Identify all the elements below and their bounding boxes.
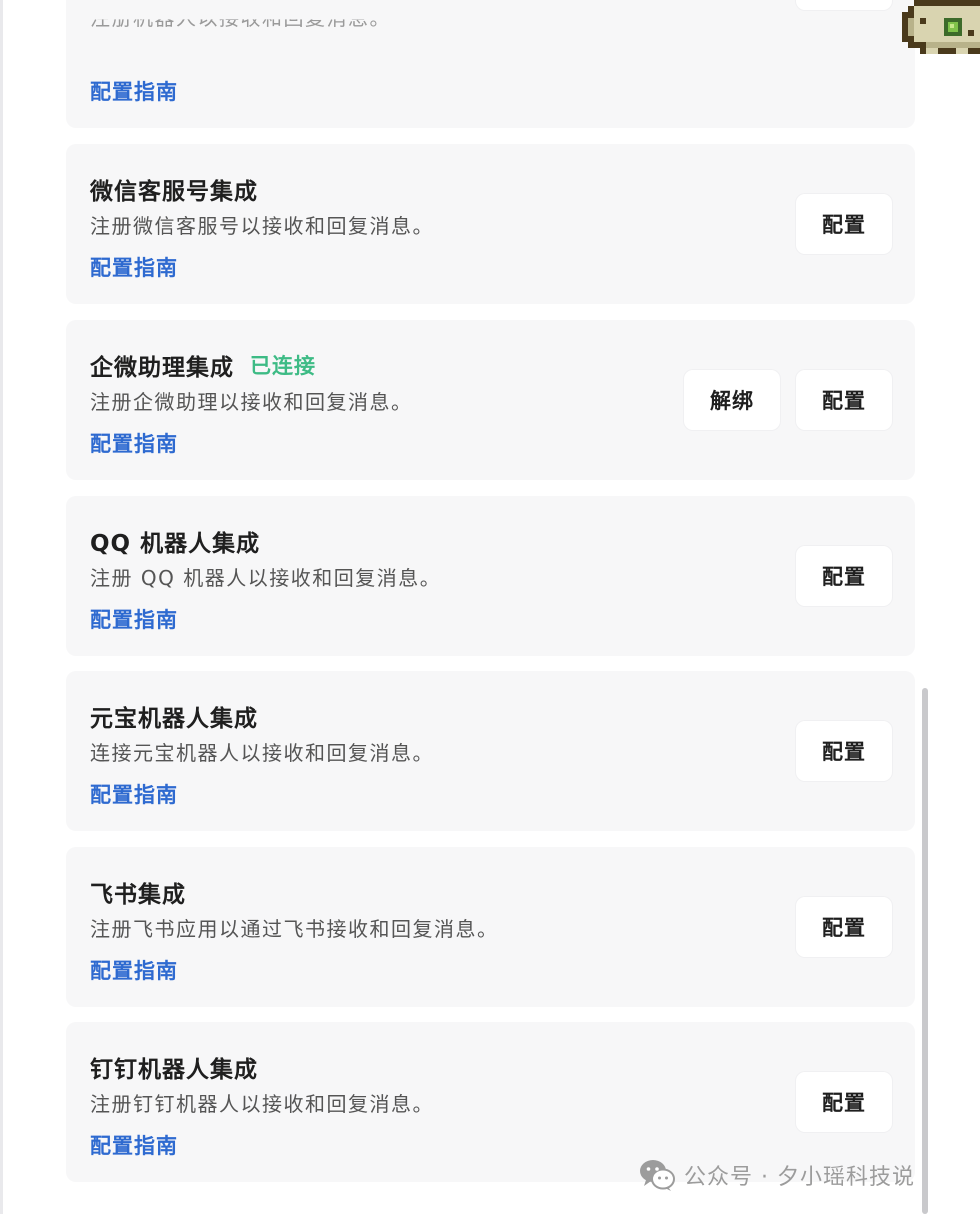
integration-card-yuanbao-bot: 元宝机器人集成 连接元宝机器人以接收和回复消息。 配置指南 配置 <box>66 671 915 831</box>
card-title: 微信客服号集成 <box>90 179 258 205</box>
watermark-text: 公众号 · 夕小瑶科技说 <box>684 1165 915 1190</box>
card-title-row: 企微助理集成 已连接 <box>90 348 316 382</box>
config-guide-link[interactable]: 配置指南 <box>90 779 178 809</box>
card-description: 注册 QQ 机器人以接收和回复消息。 <box>90 566 442 590</box>
config-guide-link[interactable]: 配置指南 <box>90 252 178 282</box>
card-title: QQ 机器人集成 <box>90 531 261 557</box>
scrollbar-thumb[interactable] <box>922 688 928 1214</box>
config-button[interactable]: 配置 <box>796 370 892 430</box>
integration-card-wecom-assistant: 企微助理集成 已连接 注册企微助理以接收和回复消息。 配置指南 解绑 配置 <box>66 320 915 480</box>
config-button[interactable]: 配置 <box>796 194 892 254</box>
wechat-icon <box>640 1160 675 1191</box>
card-title-row: 微信客服号集成 <box>90 172 258 206</box>
config-button[interactable]: 配置 <box>796 546 892 606</box>
integration-card-qq-bot: QQ 机器人集成 注册 QQ 机器人以接收和回复消息。 配置指南 配置 <box>66 496 915 656</box>
card-title: 元宝机器人集成 <box>90 706 258 732</box>
card-description-clipped: 注册机器人以接收和回复消息。 <box>90 6 391 30</box>
config-guide-link[interactable]: 配置指南 <box>90 76 178 106</box>
unbind-button[interactable]: 解绑 <box>684 370 780 430</box>
card-title: 钉钉机器人集成 <box>90 1057 258 1083</box>
card-description: 连接元宝机器人以接收和回复消息。 <box>90 741 434 765</box>
config-guide-link[interactable]: 配置指南 <box>90 1130 178 1160</box>
integration-card-feishu: 飞书集成 注册飞书应用以通过飞书接收和回复消息。 配置指南 配置 <box>66 847 915 1007</box>
integration-card-wechat-kf: 微信客服号集成 注册微信客服号以接收和回复消息。 配置指南 配置 <box>66 144 915 304</box>
integration-card-partial: 注册机器人以接收和回复消息。 配置指南 配置 <box>66 0 915 128</box>
config-guide-link[interactable]: 配置指南 <box>90 428 178 458</box>
config-button[interactable]: 配置 <box>796 0 892 10</box>
config-button[interactable]: 配置 <box>796 721 892 781</box>
pixel-mascot-icon <box>902 0 980 54</box>
watermark: 公众号 · 夕小瑶科技说 <box>638 1156 915 1194</box>
card-title: 企微助理集成 <box>90 355 234 381</box>
vertical-scrollbar[interactable] <box>921 688 929 1214</box>
config-button[interactable]: 配置 <box>796 897 892 957</box>
card-title-row: 元宝机器人集成 <box>90 699 258 733</box>
card-description: 注册微信客服号以接收和回复消息。 <box>90 214 434 238</box>
card-description: 注册钉钉机器人以接收和回复消息。 <box>90 1092 434 1116</box>
card-title-row: QQ 机器人集成 <box>90 524 260 558</box>
config-button[interactable]: 配置 <box>796 1072 892 1132</box>
config-guide-link[interactable]: 配置指南 <box>90 955 178 985</box>
card-title: 飞书集成 <box>90 882 186 908</box>
card-title-row: 钉钉机器人集成 <box>90 1050 258 1084</box>
connected-status-badge: 已连接 <box>250 354 316 378</box>
card-description: 注册企微助理以接收和回复消息。 <box>90 390 413 414</box>
left-divider <box>0 0 3 1214</box>
card-title-row: 飞书集成 <box>90 875 186 909</box>
config-guide-link[interactable]: 配置指南 <box>90 604 178 634</box>
card-description: 注册飞书应用以通过飞书接收和回复消息。 <box>90 917 499 941</box>
